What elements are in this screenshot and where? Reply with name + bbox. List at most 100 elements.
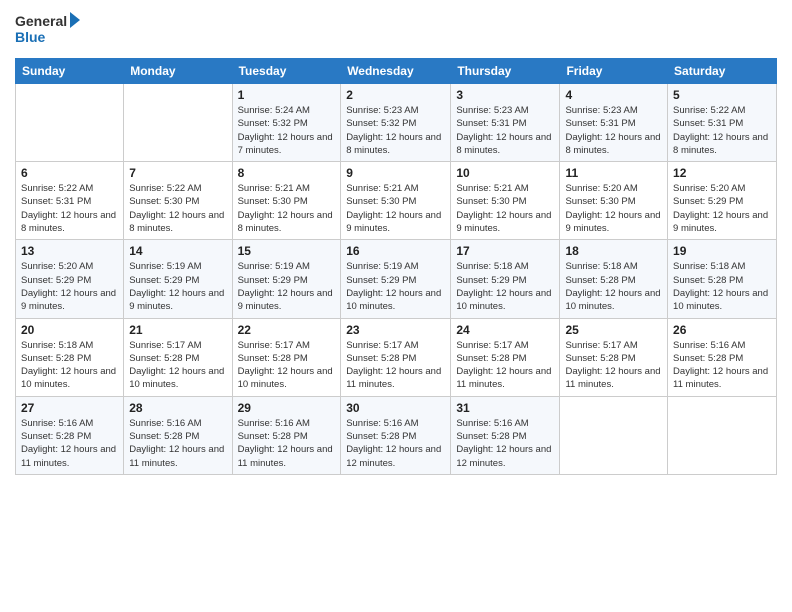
calendar-cell bbox=[16, 84, 124, 162]
day-number: 30 bbox=[346, 401, 445, 415]
day-number: 22 bbox=[238, 323, 336, 337]
day-number: 9 bbox=[346, 166, 445, 180]
day-info: Sunrise: 5:17 AM Sunset: 5:28 PM Dayligh… bbox=[129, 339, 226, 392]
calendar-week-row: 27 Sunrise: 5:16 AM Sunset: 5:28 PM Dayli… bbox=[16, 396, 777, 474]
calendar-cell: 27 Sunrise: 5:16 AM Sunset: 5:28 PM Dayli… bbox=[16, 396, 124, 474]
day-number: 24 bbox=[456, 323, 554, 337]
calendar-cell bbox=[560, 396, 668, 474]
day-number: 18 bbox=[565, 244, 662, 258]
calendar-cell: 7Sunrise: 5:22 AM Sunset: 5:30 PM Daylig… bbox=[124, 162, 232, 240]
day-number: 29 bbox=[238, 401, 336, 415]
calendar-cell: 23Sunrise: 5:17 AM Sunset: 5:28 PM Dayli… bbox=[341, 318, 451, 396]
day-info: Sunrise: 5:21 AM Sunset: 5:30 PM Dayligh… bbox=[346, 182, 445, 235]
day-info: Sunrise: 5:17 AM Sunset: 5:28 PM Dayligh… bbox=[456, 339, 554, 392]
header-day-friday: Friday bbox=[560, 59, 668, 84]
header-day-wednesday: Wednesday bbox=[341, 59, 451, 84]
day-info: Sunrise: 5:23 AM Sunset: 5:32 PM Dayligh… bbox=[346, 104, 445, 157]
day-info: Sunrise: 5:17 AM Sunset: 5:28 PM Dayligh… bbox=[565, 339, 662, 392]
header-day-monday: Monday bbox=[124, 59, 232, 84]
day-number: 5 bbox=[673, 88, 771, 102]
day-number: 28 bbox=[129, 401, 226, 415]
calendar-cell: 2 Sunrise: 5:23 AM Sunset: 5:32 PM Daylig… bbox=[341, 84, 451, 162]
calendar-cell: 31 Sunrise: 5:16 AM Sunset: 5:28 PM Dayli… bbox=[451, 396, 560, 474]
calendar-cell: 22 Sunrise: 5:17 AM Sunset: 5:28 PM Dayli… bbox=[232, 318, 341, 396]
header: GeneralBlue bbox=[15, 10, 777, 50]
day-number: 4 bbox=[565, 88, 662, 102]
header-day-tuesday: Tuesday bbox=[232, 59, 341, 84]
day-info: Sunrise: 5:18 AM Sunset: 5:28 PM Dayligh… bbox=[21, 339, 118, 392]
day-number: 17 bbox=[456, 244, 554, 258]
day-info: Sunrise: 5:16 AM Sunset: 5:28 PM Dayligh… bbox=[238, 417, 336, 470]
calendar-week-row: 13 Sunrise: 5:20 AM Sunset: 5:29 PM Dayli… bbox=[16, 240, 777, 318]
calendar-cell: 24 Sunrise: 5:17 AM Sunset: 5:28 PM Dayli… bbox=[451, 318, 560, 396]
day-info: Sunrise: 5:21 AM Sunset: 5:30 PM Dayligh… bbox=[238, 182, 336, 235]
calendar-cell: 9 Sunrise: 5:21 AM Sunset: 5:30 PM Daylig… bbox=[341, 162, 451, 240]
day-number: 1 bbox=[238, 88, 336, 102]
day-info: Sunrise: 5:16 AM Sunset: 5:28 PM Dayligh… bbox=[346, 417, 445, 470]
calendar-cell: 14Sunrise: 5:19 AM Sunset: 5:29 PM Dayli… bbox=[124, 240, 232, 318]
day-info: Sunrise: 5:16 AM Sunset: 5:28 PM Dayligh… bbox=[673, 339, 771, 392]
calendar-cell: 16 Sunrise: 5:19 AM Sunset: 5:29 PM Dayli… bbox=[341, 240, 451, 318]
day-info: Sunrise: 5:20 AM Sunset: 5:29 PM Dayligh… bbox=[21, 260, 118, 313]
day-number: 10 bbox=[456, 166, 554, 180]
calendar-cell: 30 Sunrise: 5:16 AM Sunset: 5:28 PM Dayli… bbox=[341, 396, 451, 474]
day-info: Sunrise: 5:16 AM Sunset: 5:28 PM Dayligh… bbox=[21, 417, 118, 470]
calendar-cell: 19 Sunrise: 5:18 AM Sunset: 5:28 PM Dayli… bbox=[668, 240, 777, 318]
day-number: 21 bbox=[129, 323, 226, 337]
logo: GeneralBlue bbox=[15, 10, 85, 50]
calendar-cell: 3 Sunrise: 5:23 AM Sunset: 5:31 PM Daylig… bbox=[451, 84, 560, 162]
calendar-cell: 29 Sunrise: 5:16 AM Sunset: 5:28 PM Dayli… bbox=[232, 396, 341, 474]
day-number: 23 bbox=[346, 323, 445, 337]
day-number: 26 bbox=[673, 323, 771, 337]
day-info: Sunrise: 5:19 AM Sunset: 5:29 PM Dayligh… bbox=[129, 260, 226, 313]
day-info: Sunrise: 5:19 AM Sunset: 5:29 PM Dayligh… bbox=[346, 260, 445, 313]
header-day-thursday: Thursday bbox=[451, 59, 560, 84]
day-info: Sunrise: 5:19 AM Sunset: 5:29 PM Dayligh… bbox=[238, 260, 336, 313]
day-info: Sunrise: 5:16 AM Sunset: 5:28 PM Dayligh… bbox=[129, 417, 226, 470]
day-number: 13 bbox=[21, 244, 118, 258]
day-info: Sunrise: 5:17 AM Sunset: 5:28 PM Dayligh… bbox=[238, 339, 336, 392]
calendar-cell: 26 Sunrise: 5:16 AM Sunset: 5:28 PM Dayli… bbox=[668, 318, 777, 396]
day-number: 11 bbox=[565, 166, 662, 180]
day-info: Sunrise: 5:20 AM Sunset: 5:29 PM Dayligh… bbox=[673, 182, 771, 235]
calendar-cell: 11 Sunrise: 5:20 AM Sunset: 5:30 PM Dayli… bbox=[560, 162, 668, 240]
calendar-cell: 6Sunrise: 5:22 AM Sunset: 5:31 PM Daylig… bbox=[16, 162, 124, 240]
day-number: 16 bbox=[346, 244, 445, 258]
day-info: Sunrise: 5:22 AM Sunset: 5:30 PM Dayligh… bbox=[129, 182, 226, 235]
day-info: Sunrise: 5:20 AM Sunset: 5:30 PM Dayligh… bbox=[565, 182, 662, 235]
calendar-cell: 10 Sunrise: 5:21 AM Sunset: 5:30 PM Dayli… bbox=[451, 162, 560, 240]
header-day-saturday: Saturday bbox=[668, 59, 777, 84]
logo-svg: GeneralBlue bbox=[15, 10, 85, 50]
calendar-cell bbox=[124, 84, 232, 162]
day-number: 31 bbox=[456, 401, 554, 415]
calendar-cell: 12Sunrise: 5:20 AM Sunset: 5:29 PM Dayli… bbox=[668, 162, 777, 240]
day-number: 25 bbox=[565, 323, 662, 337]
day-info: Sunrise: 5:18 AM Sunset: 5:28 PM Dayligh… bbox=[565, 260, 662, 313]
day-info: Sunrise: 5:23 AM Sunset: 5:31 PM Dayligh… bbox=[456, 104, 554, 157]
day-number: 19 bbox=[673, 244, 771, 258]
day-info: Sunrise: 5:22 AM Sunset: 5:31 PM Dayligh… bbox=[673, 104, 771, 157]
calendar-cell: 8Sunrise: 5:21 AM Sunset: 5:30 PM Daylig… bbox=[232, 162, 341, 240]
day-info: Sunrise: 5:24 AM Sunset: 5:32 PM Dayligh… bbox=[238, 104, 336, 157]
day-info: Sunrise: 5:18 AM Sunset: 5:28 PM Dayligh… bbox=[673, 260, 771, 313]
calendar-header-row: SundayMondayTuesdayWednesdayThursdayFrid… bbox=[16, 59, 777, 84]
calendar-cell: 5 Sunrise: 5:22 AM Sunset: 5:31 PM Daylig… bbox=[668, 84, 777, 162]
calendar-table: SundayMondayTuesdayWednesdayThursdayFrid… bbox=[15, 58, 777, 475]
day-number: 15 bbox=[238, 244, 336, 258]
calendar-cell: 15 Sunrise: 5:19 AM Sunset: 5:29 PM Dayli… bbox=[232, 240, 341, 318]
calendar-cell bbox=[668, 396, 777, 474]
svg-text:Blue: Blue bbox=[15, 29, 46, 45]
calendar-cell: 1 Sunrise: 5:24 AM Sunset: 5:32 PM Daylig… bbox=[232, 84, 341, 162]
calendar-cell: 21 Sunrise: 5:17 AM Sunset: 5:28 PM Dayli… bbox=[124, 318, 232, 396]
day-info: Sunrise: 5:21 AM Sunset: 5:30 PM Dayligh… bbox=[456, 182, 554, 235]
page-container: GeneralBlue SundayMondayTuesdayWednesday… bbox=[0, 0, 792, 612]
calendar-cell: 25 Sunrise: 5:17 AM Sunset: 5:28 PM Dayli… bbox=[560, 318, 668, 396]
day-number: 2 bbox=[346, 88, 445, 102]
day-number: 27 bbox=[21, 401, 118, 415]
header-day-sunday: Sunday bbox=[16, 59, 124, 84]
day-number: 6 bbox=[21, 166, 118, 180]
day-number: 3 bbox=[456, 88, 554, 102]
day-info: Sunrise: 5:16 AM Sunset: 5:28 PM Dayligh… bbox=[456, 417, 554, 470]
calendar-cell: 18 Sunrise: 5:18 AM Sunset: 5:28 PM Dayli… bbox=[560, 240, 668, 318]
calendar-week-row: 1 Sunrise: 5:24 AM Sunset: 5:32 PM Daylig… bbox=[16, 84, 777, 162]
